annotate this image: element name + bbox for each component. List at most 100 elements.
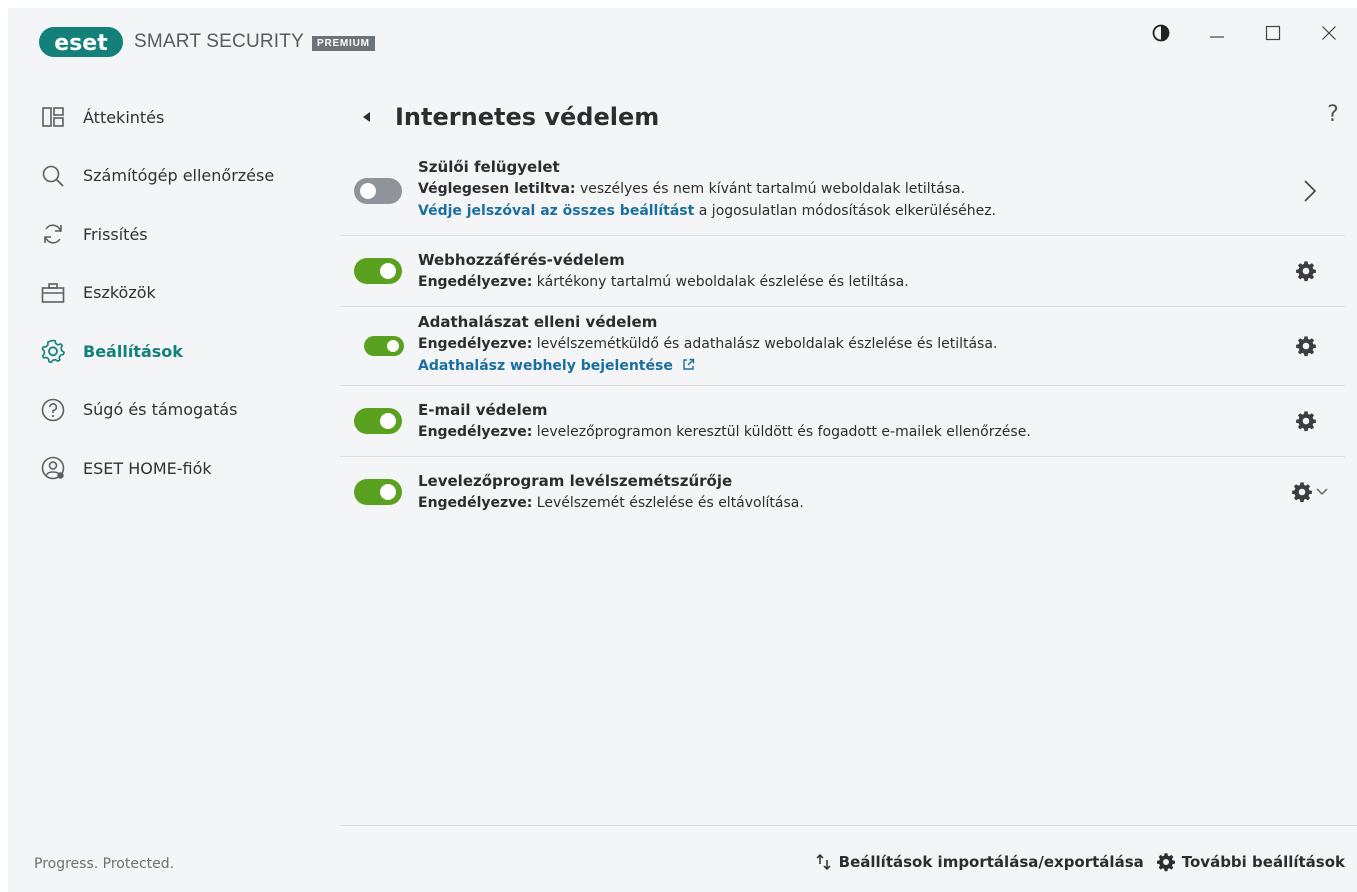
web-access-settings-button[interactable] <box>1295 260 1317 282</box>
eset-logo-icon: eset <box>39 27 123 57</box>
sidebar-item-label: Eszközök <box>83 283 156 303</box>
antispam-settings-dropdown[interactable] <box>1291 481 1329 503</box>
bottom-actions: Beállítások importálása/exportálása Tová… <box>803 852 1345 872</box>
advanced-settings-label: További beállítások <box>1181 853 1345 871</box>
feature-parental-control: Szülői felügyelet Véglegesen letiltva: v… <box>340 146 1345 236</box>
app-window: eset SMART SECURITY PREMIUM Áttekintés S… <box>8 8 1357 892</box>
toggle-knob <box>360 182 376 199</box>
report-phishing-link[interactable]: Adathalász webhely bejelentése <box>418 355 1345 377</box>
contrast-icon <box>1152 24 1170 42</box>
email-protection-toggle[interactable] <box>354 408 402 434</box>
bottom-bar: Beállítások importálása/exportálása Tová… <box>340 825 1357 892</box>
antispam-toggle[interactable] <box>354 479 402 505</box>
feature-status-text: Levélszemét észlelése és eltávolítása. <box>532 495 804 511</box>
tagline: Progress. Protected. <box>34 856 175 872</box>
maximize-button[interactable] <box>1245 18 1301 48</box>
feature-password-hint: Védje jelszóval az összes beállítást a j… <box>418 200 1345 222</box>
feature-status: Engedélyezve: <box>418 424 533 440</box>
sidebar-item-label: Súgó és támogatás <box>83 400 238 420</box>
feature-email-protection: E-mail védelem Engedélyezve: levelezőpro… <box>340 386 1345 457</box>
advanced-settings-button[interactable]: További beállítások <box>1156 852 1345 872</box>
import-export-icon <box>816 853 831 871</box>
parental-control-toggle[interactable] <box>354 177 402 204</box>
sidebar-item-label: Beállítások <box>83 341 183 361</box>
feature-status: Véglegesen letiltva: <box>418 181 576 197</box>
close-button[interactable] <box>1301 18 1357 48</box>
sidebar-item-eset-home[interactable]: ESET HOME-fiók <box>8 439 338 498</box>
sidebar-item-update[interactable]: Frissítés <box>8 205 338 264</box>
feature-title: Levelezőprogram levélszemétszűrője <box>418 472 733 490</box>
svg-text:eset: eset <box>54 31 108 56</box>
sidebar: Áttekintés Számítógép ellenőrzése Frissí… <box>8 88 338 498</box>
back-button[interactable] <box>355 106 377 128</box>
feature-status-text: veszélyes és nem kívánt tartalmú webolda… <box>575 181 966 197</box>
search-icon <box>42 165 64 187</box>
help-circle-icon <box>41 398 65 422</box>
feature-description: Véglegesen letiltva: veszélyes és nem kí… <box>418 178 1345 200</box>
password-protect-link[interactable]: Védje jelszóval az összes beállítást <box>418 203 694 219</box>
minimize-button[interactable] <box>1189 18 1245 48</box>
parental-control-open-button[interactable] <box>1303 179 1317 203</box>
sidebar-item-computer-scan[interactable]: Számítógép ellenőrzése <box>8 147 338 206</box>
refresh-icon <box>44 224 62 244</box>
web-access-toggle[interactable] <box>354 258 402 284</box>
overview-icon <box>42 107 64 128</box>
minimize-icon <box>1210 36 1224 38</box>
password-hint-text: a jogosulatlan módosítások elkerüléséhez… <box>694 203 997 219</box>
feature-title: Szülői felügyelet <box>418 158 560 176</box>
feature-anti-phishing: Adathalászat elleni védelem Engedélyezve… <box>340 307 1345 386</box>
gear-icon <box>1292 482 1312 503</box>
chevron-right-icon <box>1304 179 1317 202</box>
import-export-label: Beállítások importálása/exportálása <box>838 853 1144 871</box>
contrast-button[interactable] <box>1133 18 1189 48</box>
anti-phishing-settings-button[interactable] <box>1295 335 1317 357</box>
feature-status-text: levélszemétküldő és adathalász weboldala… <box>532 336 998 352</box>
account-icon <box>41 456 65 480</box>
product-name: SMART SECURITY <box>134 31 304 52</box>
feature-status: Engedélyezve: <box>418 336 533 352</box>
email-protection-settings-button[interactable] <box>1295 410 1317 432</box>
feature-status: Engedélyezve: <box>418 495 533 511</box>
feature-description: Engedélyezve: kártékony tartalmú webolda… <box>418 271 1345 293</box>
gear-icon <box>1296 261 1316 282</box>
sidebar-item-tools[interactable]: Eszközök <box>8 264 338 323</box>
edition-badge: PREMIUM <box>311 35 375 51</box>
feature-description: Engedélyezve: levélszemétküldő és adatha… <box>418 333 1345 355</box>
close-icon <box>1322 26 1336 40</box>
feature-description: Engedélyezve: levelezőprogramon keresztü… <box>418 421 1345 443</box>
toggle-knob <box>380 484 396 500</box>
sidebar-item-help[interactable]: Súgó és támogatás <box>8 381 338 440</box>
maximize-icon <box>1265 25 1281 41</box>
back-arrow-icon <box>363 112 370 122</box>
sidebar-item-overview[interactable]: Áttekintés <box>8 88 338 147</box>
toggle-knob <box>380 263 396 279</box>
report-phishing-label: Adathalász webhely bejelentése <box>418 358 673 374</box>
import-export-button[interactable]: Beállítások importálása/exportálása <box>815 853 1144 871</box>
feature-antispam: Levelezőprogram levélszemétszűrője Enged… <box>340 457 1345 527</box>
feature-title: E-mail védelem <box>418 401 548 419</box>
chevron-down-icon <box>1316 488 1328 495</box>
external-link-icon <box>682 358 694 370</box>
sidebar-item-label: Számítógép ellenőrzése <box>83 166 275 186</box>
feature-status-text: kártékony tartalmú weboldalak észlelése … <box>532 274 909 290</box>
help-button[interactable]: ? <box>1321 102 1345 127</box>
toggle-knob <box>380 413 396 429</box>
sidebar-item-label: Áttekintés <box>83 107 165 127</box>
sidebar-item-settings[interactable]: Beállítások <box>8 322 338 381</box>
feature-description: Engedélyezve: Levélszemét észlelése és e… <box>418 492 1345 514</box>
feature-web-access-protection: Webhozzáférés-védelem Engedélyezve: kárt… <box>340 236 1345 307</box>
page-header: Internetes védelem ? <box>340 88 1345 146</box>
page-title: Internetes védelem <box>395 103 660 131</box>
anti-phishing-toggle[interactable] <box>364 336 404 356</box>
app-logo: eset SMART SECURITY PREMIUM <box>38 24 375 60</box>
gear-icon <box>41 339 65 364</box>
gear-icon <box>1156 853 1175 872</box>
feature-status-text: levelezőprogramon keresztül küldött és f… <box>532 424 1031 440</box>
window-controls <box>1133 18 1357 48</box>
feature-status: Engedélyezve: <box>418 274 533 290</box>
gear-icon <box>1296 411 1316 432</box>
main-content: Internetes védelem ? Szülői felügyelet V… <box>340 88 1345 527</box>
sidebar-item-label: Frissítés <box>83 224 148 244</box>
briefcase-icon <box>41 282 65 303</box>
feature-title: Adathalászat elleni védelem <box>418 313 658 331</box>
